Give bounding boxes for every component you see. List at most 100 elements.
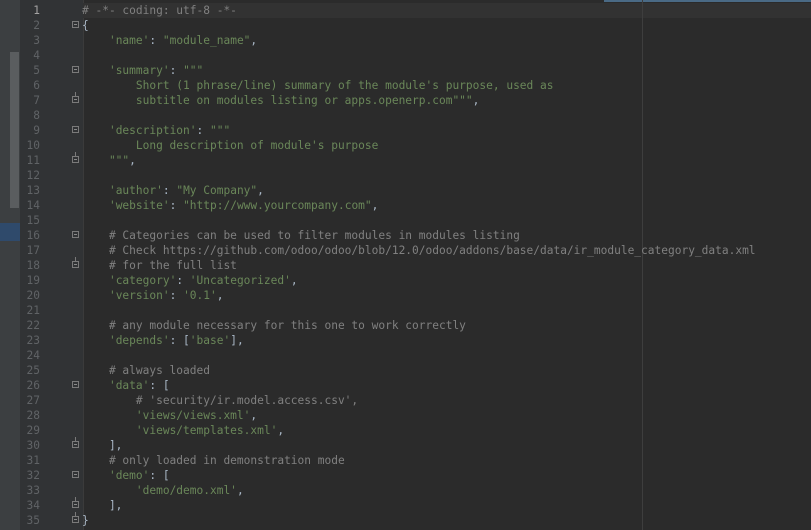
- fold-end-icon[interactable]: [72, 497, 79, 508]
- code-line[interactable]: 7 subtitle on modules listing or apps.op…: [20, 92, 811, 108]
- comment-token: # Check https://github.com/odoo/odoo/blo…: [82, 244, 756, 257]
- line-number: 26: [26, 379, 40, 392]
- code-line[interactable]: 19 'category': 'Uncategorized',: [20, 273, 811, 288]
- line-number: 23: [26, 334, 40, 347]
- side-selected-item[interactable]: [0, 223, 20, 241]
- code-line[interactable]: 34 ],: [20, 497, 811, 513]
- side-scrollbar-thumb[interactable]: [10, 52, 19, 208]
- fold-start-icon[interactable]: [72, 21, 79, 28]
- code-line[interactable]: 13 'author': "My Company",: [20, 183, 811, 198]
- code-token: :: [176, 274, 190, 287]
- fold-start-icon[interactable]: [72, 66, 79, 73]
- code-line[interactable]: 15: [20, 213, 811, 228]
- code-line[interactable]: 27 # 'security/ir.model.access.csv',: [20, 393, 811, 408]
- string-token: "My Company": [176, 184, 258, 197]
- code-line[interactable]: 26 'data': [: [20, 378, 811, 393]
- code-line[interactable]: 4: [20, 48, 811, 63]
- code-line[interactable]: 1 # -*- coding: utf-8 -*-: [20, 3, 811, 18]
- code-token: ,: [250, 34, 258, 47]
- code-token: ,: [216, 289, 224, 302]
- code-line[interactable]: 20 'version': '0.1',: [20, 288, 811, 303]
- string-token: 'views/views.xml': [135, 409, 251, 422]
- line-number: 22: [26, 319, 40, 332]
- code-text: # 'security/ir.model.access.csv',: [82, 393, 358, 408]
- code-line[interactable]: 12: [20, 168, 811, 183]
- code-text: # any module necessary for this one to w…: [82, 318, 466, 333]
- code-text: """,: [82, 153, 136, 168]
- code-line[interactable]: 18 # for the full list: [20, 257, 811, 273]
- code-line[interactable]: 5 'summary': """: [20, 63, 811, 78]
- code-line[interactable]: 3 'name': "module_name",: [20, 33, 811, 48]
- line-number: 5: [33, 64, 40, 77]
- code-line[interactable]: 28 'views/views.xml',: [20, 408, 811, 423]
- code-line[interactable]: 29 'views/templates.xml',: [20, 423, 811, 438]
- code-token: }: [82, 514, 89, 527]
- code-line[interactable]: 24: [20, 348, 811, 363]
- code-line[interactable]: 8: [20, 108, 811, 123]
- code-text: 'views/templates.xml',: [82, 423, 284, 438]
- line-number: 29: [26, 424, 40, 437]
- fold-end-icon[interactable]: [72, 152, 79, 163]
- code-line[interactable]: 9 'description': """: [20, 123, 811, 138]
- string-token: 'base': [189, 334, 231, 347]
- code-text: # -*- coding: utf-8 -*-: [82, 3, 237, 18]
- code-token: ,: [277, 424, 285, 437]
- code-token: : [: [149, 469, 170, 482]
- line-number: 7: [33, 94, 40, 107]
- code-token: ,: [236, 484, 244, 497]
- code-line[interactable]: 25 # always loaded: [20, 363, 811, 378]
- code-token: ,: [290, 274, 298, 287]
- code-line[interactable]: 33 'demo/demo.xml',: [20, 483, 811, 498]
- code-text: ],: [82, 498, 122, 513]
- code-line[interactable]: 30 ],: [20, 437, 811, 453]
- string-token: 'demo/demo.xml': [135, 484, 237, 497]
- string-token: "http://www.yourcompany.com": [183, 199, 372, 212]
- line-number: 27: [26, 394, 40, 407]
- code-line[interactable]: 17 # Check https://github.com/odoo/odoo/…: [20, 243, 811, 258]
- string-token: 'demo': [108, 469, 150, 482]
- line-number: 18: [26, 259, 40, 272]
- code-line[interactable]: 6 Short (1 phrase/line) summary of the m…: [20, 78, 811, 93]
- code-line[interactable]: 31 # only loaded in demonstration mode: [20, 453, 811, 468]
- comment-token: # Categories can be used to filter modul…: [82, 229, 520, 242]
- fold-end-icon[interactable]: [72, 512, 79, 523]
- fold-end-icon[interactable]: [72, 92, 79, 103]
- string-token: 'views/templates.xml': [135, 424, 278, 437]
- code-token: {: [82, 19, 89, 32]
- fold-end-icon[interactable]: [72, 437, 79, 448]
- code-line[interactable]: 16 # Categories can be used to filter mo…: [20, 228, 811, 243]
- code-token: ],: [230, 334, 244, 347]
- code-text: 'demo/demo.xml',: [82, 483, 244, 498]
- line-number: 16: [26, 229, 40, 242]
- fold-start-icon[interactable]: [72, 471, 79, 478]
- code-text: 'author': "My Company",: [82, 183, 264, 198]
- line-number: 12: [26, 169, 40, 182]
- code-line[interactable]: 35}: [20, 512, 811, 528]
- code-text: 'version': '0.1',: [82, 288, 224, 303]
- code-line[interactable]: 11 """,: [20, 152, 811, 168]
- code-line[interactable]: 10 Long description of module's purpose: [20, 138, 811, 153]
- fold-end-icon[interactable]: [72, 257, 79, 268]
- code-line[interactable]: 32 'demo': [: [20, 468, 811, 483]
- line-number: 4: [33, 49, 40, 62]
- fold-start-icon[interactable]: [72, 126, 79, 133]
- code-line[interactable]: 21: [20, 303, 811, 318]
- line-number: 20: [26, 289, 40, 302]
- fold-start-icon[interactable]: [72, 231, 79, 238]
- code-text: 'data': [: [82, 378, 170, 393]
- code-line[interactable]: 14 'website': "http://www.yourcompany.co…: [20, 198, 811, 213]
- code-token: :: [149, 34, 163, 47]
- line-number: 3: [33, 34, 40, 47]
- code-line[interactable]: 2{: [20, 18, 811, 33]
- code-token: :: [196, 124, 210, 137]
- code-token: ,: [129, 154, 136, 167]
- code-line[interactable]: 22 # any module necessary for this one t…: [20, 318, 811, 333]
- code-token: :: [169, 289, 184, 302]
- code-text: {: [82, 18, 89, 33]
- code-line[interactable]: 23 'depends': ['base'],: [20, 333, 811, 348]
- fold-start-icon[interactable]: [72, 381, 79, 388]
